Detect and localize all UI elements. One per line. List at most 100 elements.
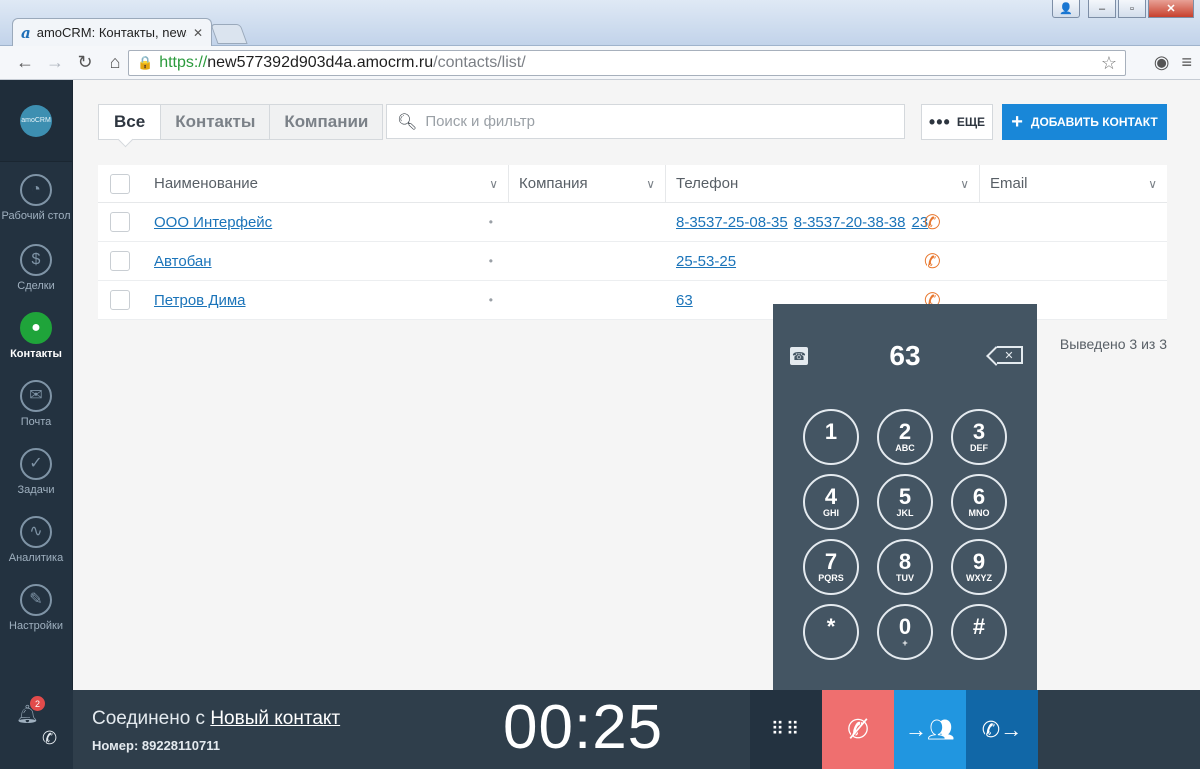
more-dots-icon: ••• — [928, 112, 951, 132]
logo[interactable]: amoCRM — [0, 80, 72, 162]
browser-tab[interactable]: a amoCRM: Контакты, new5 ✕ — [12, 18, 212, 46]
analytics-icon: ∿ — [20, 515, 52, 548]
home-icon[interactable]: ⌂ — [102, 50, 128, 76]
extension-eye-icon[interactable]: ◉ — [1154, 52, 1170, 73]
sidebar-item-dollar[interactable]: $ Сделки — [0, 234, 72, 302]
tab-title: amoCRM: Контакты, new5 — [36, 25, 187, 40]
maximize-button[interactable]: ▫ — [1118, 0, 1146, 18]
key-2[interactable]: 2 ABC — [877, 409, 933, 465]
call-phone-icon[interactable]: ✆ — [924, 249, 941, 274]
email-cell — [980, 242, 1167, 280]
name-cell: ООО Интерфейс • — [144, 203, 509, 241]
search-input[interactable] — [425, 113, 904, 130]
more-button[interactable]: ••• ЕЩЕ — [921, 104, 993, 140]
chevron-down-icon: ∨ — [960, 176, 969, 191]
row-checkbox[interactable] — [110, 251, 130, 271]
key-hash[interactable]: # — [951, 604, 1007, 660]
tab-close-icon[interactable]: ✕ — [193, 26, 203, 40]
contact-name-link[interactable]: ООО Интерфейс — [154, 214, 272, 231]
window-titlebar: a amoCRM: Контакты, new5 ✕ 👤 – ▫ ✕ — [0, 0, 1200, 46]
left-sidebar: amoCRM ◔ Рабочий стол $ Сделки ● Контакты ✉ Поч… — [0, 80, 73, 690]
notification-badge: 2 — [30, 696, 45, 711]
tab-all[interactable]: Все — [99, 105, 162, 139]
close-window-button[interactable]: ✕ — [1148, 0, 1194, 18]
key-digit: 3 — [972, 419, 986, 444]
tab-companies[interactable]: Компании — [270, 105, 382, 139]
sidebar-item-dashboard[interactable]: ◔ Рабочий стол — [0, 162, 72, 234]
keypad-toggle-button[interactable]: ⠿⠿ — [750, 690, 822, 769]
call-phone-icon[interactable]: ✆ — [924, 210, 941, 235]
tab-contacts[interactable]: Контакты — [161, 105, 271, 139]
sidebar-item-label: Почта — [20, 415, 52, 428]
key-5[interactable]: 5 JKL — [877, 474, 933, 530]
bookmark-star-icon[interactable]: ☆ — [1101, 53, 1117, 74]
reload-icon[interactable]: ↻ — [72, 50, 98, 76]
call-bar-right — [1038, 690, 1200, 769]
url-host: new577392d903d4a.amocrm.ru — [207, 54, 434, 71]
column-header-phone[interactable]: Телефон ∨ — [666, 165, 980, 202]
sidebar-item-label: Контакты — [10, 347, 62, 360]
back-arrow-icon[interactable]: ← — [12, 50, 38, 76]
key-6[interactable]: 6 MNO — [951, 474, 1007, 530]
contact-name-link[interactable]: Автобан — [154, 253, 212, 270]
key-8[interactable]: 8 TUV — [877, 539, 933, 595]
row-checkbox[interactable] — [110, 212, 130, 232]
key-7[interactable]: 7 PQRS — [803, 539, 859, 595]
sidebar-item-mail[interactable]: ✉ Почта — [0, 370, 72, 438]
phone-link[interactable]: 25-53-25 — [676, 253, 736, 270]
dashboard-icon: ◔ — [20, 173, 52, 206]
transfer-button[interactable]: →👥︎ — [894, 690, 966, 769]
key-star[interactable]: * — [803, 604, 859, 660]
sidebar-item-tasks[interactable]: ✓ Задачи — [0, 438, 72, 506]
key-0[interactable]: 0 + — [877, 604, 933, 660]
table-row[interactable]: ООО Интерфейс • 8-3537-25-08-35 8-3537-20-3… — [98, 203, 1167, 242]
row-checkbox-cell — [98, 203, 144, 241]
name-cell: Петров Дима • — [144, 281, 509, 319]
more-button-label: ЕЩЕ — [956, 115, 986, 129]
row-checkbox[interactable] — [110, 290, 130, 310]
sidebar-item-label: Аналитика — [8, 551, 64, 564]
key-3[interactable]: 3 DEF — [951, 409, 1007, 465]
column-header-name[interactable]: Наименование ∨ — [144, 165, 509, 202]
lock-icon: 🔒 — [137, 55, 154, 70]
forward-arrow-icon[interactable]: → — [42, 50, 68, 76]
user-profile-icon[interactable]: 👤 — [1052, 0, 1080, 18]
browser-toolbar: ← → ↻ ⌂ 🔒 https:// new577392d903d4a.amoc… — [0, 46, 1200, 80]
call-contact-link[interactable]: Новый контакт — [210, 708, 340, 729]
minimize-button[interactable]: – — [1088, 0, 1116, 18]
phone-link[interactable]: 8-3537-25-08-35 — [676, 214, 788, 231]
phone-link[interactable]: 8-3537-20-38-38 — [794, 214, 906, 231]
key-4[interactable]: 4 GHI — [803, 474, 859, 530]
column-header-email[interactable]: Email ∨ — [980, 165, 1167, 202]
call-timer: 00:25 — [503, 693, 664, 762]
phone-icon[interactable]: ✆ — [42, 728, 57, 749]
column-header-company[interactable]: Компания ∨ — [509, 165, 666, 202]
url-path: /contacts/list/ — [433, 54, 526, 71]
call-status: Соединено с Новый контакт — [92, 708, 340, 730]
sidebar-item-contacts[interactable]: ● Контакты — [0, 302, 72, 370]
sidebar-item-settings[interactable]: ✎ Настройки — [0, 574, 72, 642]
menu-icon[interactable]: ≡ — [1181, 52, 1192, 73]
hangup-button[interactable]: ✆̸ — [822, 690, 894, 769]
add-contact-button[interactable]: + ДОБАВИТЬ КОНТАКТ — [1002, 104, 1167, 140]
address-bar[interactable]: 🔒 https:// new577392d903d4a.amocrm.ru /c… — [128, 50, 1126, 76]
plus-icon: + — [1011, 110, 1023, 133]
search-icon: 🔍︎ — [397, 113, 418, 131]
key-9[interactable]: 9 WXYZ — [951, 539, 1007, 595]
key-1[interactable]: 1 — [803, 409, 859, 465]
sidebar-item-analytics[interactable]: ∿ Аналитика — [0, 506, 72, 574]
select-all-checkbox[interactable] — [110, 173, 130, 194]
phone-link[interactable]: 63 — [676, 292, 693, 309]
key-digit: 7 — [824, 549, 838, 574]
backspace-icon[interactable]: ✕ — [997, 346, 1023, 364]
chevron-down-icon: ∨ — [489, 176, 498, 191]
forward-call-button[interactable]: ✆→ — [966, 690, 1038, 769]
new-tab-button[interactable] — [210, 24, 248, 44]
key-digit: 2 — [898, 419, 912, 444]
contact-name-link[interactable]: Петров Дима — [154, 292, 246, 309]
call-bar: 🔔︎ 2 ✆ Соединено с Новый контакт Номер: … — [0, 690, 1200, 769]
table-row[interactable]: Автобан • 25-53-25 ✆ — [98, 242, 1167, 281]
amocrm-favicon-icon: a — [21, 23, 31, 42]
key-digit: 0 — [898, 614, 912, 639]
table-body: ООО Интерфейс • 8-3537-25-08-35 8-3537-20-3… — [98, 203, 1167, 320]
